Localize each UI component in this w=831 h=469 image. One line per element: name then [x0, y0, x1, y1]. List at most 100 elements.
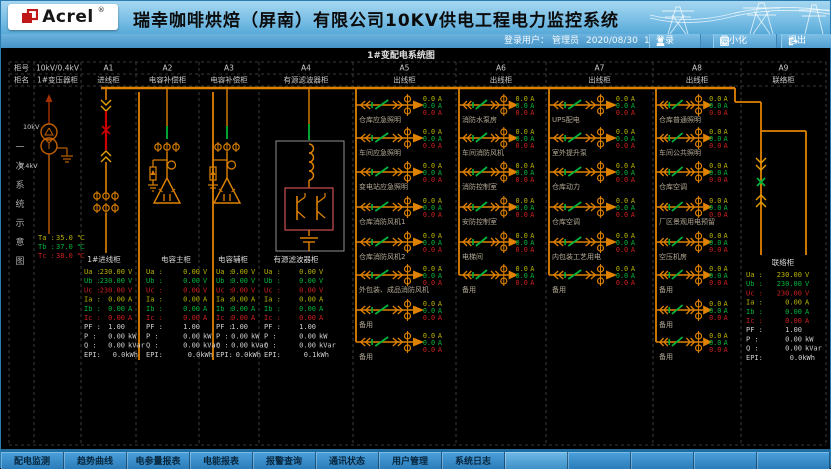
feeder-row[interactable]: 0.0A0.0A0.0A备用: [656, 264, 728, 294]
feeder-row[interactable]: 0.0A0.0A0.0A空压机房: [656, 231, 728, 261]
tie-breaker-symbol: [735, 88, 806, 255]
svg-text:0.00: 0.00: [231, 286, 248, 294]
svg-text:Uc :: Uc :: [146, 286, 163, 294]
feeder-row[interactable]: 0.0A0.0A0.0A车间应急照明: [356, 127, 442, 157]
feeder-row[interactable]: 0.0A0.0A0.0A消防水泵房: [459, 94, 534, 124]
svg-text:1.00: 1.00: [231, 323, 248, 331]
svg-text:A: A: [251, 314, 256, 322]
login-user-name: 管理员: [552, 35, 579, 47]
feeder-row[interactable]: 0.0A0.0A0.0A备用: [656, 331, 728, 361]
svg-text:37.0 ℃: 37.0 ℃: [56, 243, 85, 251]
svg-text:V: V: [805, 280, 810, 288]
feeder-row[interactable]: 0.0A0.0A0.0A室外提升泵: [549, 127, 635, 157]
svg-text:备用: 备用: [359, 320, 373, 329]
svg-text:A: A: [438, 142, 442, 150]
svg-text:1#变配电系统图: 1#变配电系统图: [367, 49, 435, 61]
exit-button[interactable]: 退出: [781, 34, 831, 48]
app-window: Acrel ® 瑞幸咖啡烘焙（屏南）有限公司10KV供电工程电力监控系统 登录用…: [0, 0, 831, 468]
feeder-row[interactable]: 0.0A0.0A0.0A仓库消防风机1: [356, 196, 442, 226]
cabinet-data-panel: 联络柜Ua :230.00VUb :230.00VUc :230.00VIa :…: [746, 257, 822, 362]
svg-text:EPI:: EPI:: [746, 354, 763, 362]
feeder-row[interactable]: 0.0A0.0A0.0A备用: [459, 264, 534, 294]
feeder-row[interactable]: 0.0A0.0A0.0A消防控制室: [459, 161, 534, 191]
svg-text:0.0: 0.0: [709, 246, 721, 254]
feeder-row[interactable]: 0.0A0.0A0.0A仓库空调: [656, 161, 728, 191]
svg-text:出线柜: 出线柜: [490, 75, 513, 85]
login-button[interactable]: 登录: [649, 34, 701, 48]
svg-text:安防控制室: 安防控制室: [462, 217, 497, 226]
feeder-row[interactable]: 0.0A0.0A0.0A仓库动力: [549, 161, 635, 191]
svg-text:出线柜: 出线柜: [686, 75, 709, 85]
svg-text:0.0kWh: 0.0kWh: [790, 354, 815, 362]
logo-text: Acrel: [42, 7, 93, 27]
feeder-row[interactable]: 0.0A0.0A0.0A仓库普通照明: [656, 94, 728, 124]
svg-text:0.4kV: 0.4kV: [19, 162, 38, 170]
nav-item-6[interactable]: 用户管理: [379, 452, 442, 469]
feeder-row[interactable]: 0.0A0.0A0.0A安防控制室: [459, 196, 534, 226]
svg-text:0.00: 0.00: [299, 268, 316, 276]
status-bar: 登录用户： 管理员 2020/08/30 14:27:11.3 登录 最小化 退…: [1, 34, 830, 48]
svg-text:V: V: [203, 286, 208, 294]
nav-item-empty: [694, 452, 757, 469]
svg-text:0.0: 0.0: [516, 279, 528, 287]
current-date: 2020/08/30: [586, 35, 638, 47]
svg-text:Ub :: Ub :: [84, 277, 101, 285]
feeder-row[interactable]: 0.0A0.0A0.0A变电站应急照明: [356, 161, 442, 191]
svg-text:kW: kW: [128, 332, 137, 340]
nav-item-7[interactable]: 系统日志: [442, 452, 505, 469]
page-title: 瑞幸咖啡烘焙（屏南）有限公司10KV供电工程电力监控系统: [133, 6, 619, 31]
nav-item-3[interactable]: 电能报表: [190, 452, 253, 469]
svg-text:空压机房: 空压机房: [659, 252, 687, 261]
feeder-row[interactable]: 0.0A0.0A0.0A备用: [549, 264, 635, 294]
svg-text:230.00: 230.00: [100, 277, 125, 285]
feeder-row[interactable]: 0.0A0.0A0.0A备用: [356, 299, 442, 329]
svg-text:0.0: 0.0: [709, 142, 721, 150]
nav-item-5[interactable]: 通讯状态: [316, 452, 379, 469]
svg-text:A: A: [203, 305, 208, 313]
svg-text:Uc :: Uc :: [746, 289, 763, 297]
svg-text:A: A: [530, 176, 534, 184]
nav-item-2[interactable]: 电参量报表: [127, 452, 190, 469]
svg-text:0.0: 0.0: [423, 211, 435, 219]
nav-item-1[interactable]: 趋势曲线: [64, 452, 127, 469]
svg-text:0.0: 0.0: [709, 109, 721, 117]
svg-text:A: A: [805, 299, 810, 307]
svg-text:230.00: 230.00: [777, 271, 802, 279]
svg-text:Ia :: Ia :: [146, 296, 163, 304]
svg-text:kVar: kVar: [128, 342, 145, 350]
feeder-row[interactable]: 0.0A0.0A0.0AUPS配电: [549, 94, 635, 124]
svg-text:1.00: 1.00: [785, 326, 802, 334]
svg-text:V: V: [128, 277, 133, 285]
nav-item-empty: [568, 452, 631, 469]
svg-text:一: 一: [15, 143, 24, 153]
bottom-nav: 配电监测趋势曲线电参量报表电能报表报警查询通讯状态用户管理系统日志: [1, 452, 830, 469]
svg-text:V: V: [128, 268, 133, 276]
feeder-row[interactable]: 0.0A0.0A0.0A仓库消防风机2: [356, 231, 442, 261]
nav-item-4[interactable]: 报警查询: [253, 452, 316, 469]
svg-text:电梯间: 电梯间: [462, 252, 483, 261]
svg-text:UPS配电: UPS配电: [552, 115, 580, 124]
minimize-button[interactable]: 最小化: [713, 34, 777, 48]
svg-text:0.00: 0.00: [231, 305, 248, 313]
svg-text:电容辅柜: 电容辅柜: [218, 254, 248, 264]
svg-text:kW: kW: [805, 335, 814, 343]
app-header: Acrel ® 瑞幸咖啡烘焙（屏南）有限公司10KV供电工程电力监控系统: [1, 1, 830, 35]
feeder-row[interactable]: 0.0A0.0A0.0A车间消防风机: [459, 127, 534, 157]
svg-text:V: V: [128, 286, 133, 294]
svg-text:V: V: [251, 268, 256, 276]
feeder-row[interactable]: 0.0A0.0A0.0A内包装工艺用电: [549, 231, 635, 261]
feeder-row[interactable]: 0.0A0.0A0.0A外包装、成品消防风机: [356, 264, 442, 294]
nav-item-0[interactable]: 配电监测: [1, 452, 64, 469]
svg-text:0.00: 0.00: [231, 268, 248, 276]
feeder-row[interactable]: 0.0A0.0A0.0A厂区景观用电预留: [656, 196, 728, 226]
feeder-row[interactable]: 0.0A0.0A0.0A备用: [656, 299, 728, 329]
feeder-row[interactable]: 0.0A0.0A0.0A电梯间: [459, 231, 534, 261]
feeder-row[interactable]: 0.0A0.0A0.0A仓库应急照明: [356, 94, 442, 124]
feeder-row[interactable]: 0.0A0.0A0.0A车间公共照明: [656, 127, 728, 157]
svg-text:10kV: 10kV: [23, 123, 40, 131]
svg-text:0.00: 0.00: [108, 314, 125, 322]
svg-text:0.0kWh: 0.0kWh: [113, 351, 138, 359]
svg-text:A7: A7: [595, 64, 605, 73]
feeder-row[interactable]: 0.0A0.0A0.0A仓库空调: [549, 196, 635, 226]
feeder-row[interactable]: 0.0A0.0A0.0A备用: [356, 331, 442, 361]
